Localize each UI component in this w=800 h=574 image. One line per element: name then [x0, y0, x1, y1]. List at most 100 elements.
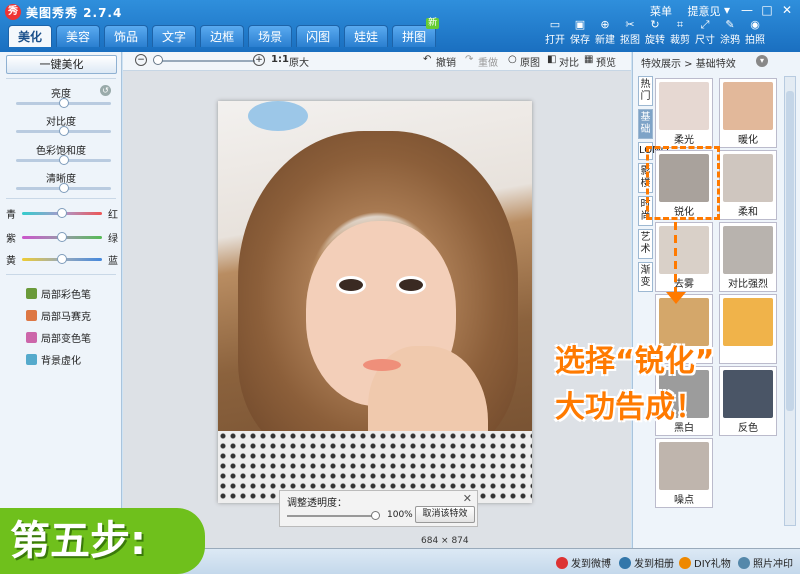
- slider-knob[interactable]: [59, 155, 69, 165]
- tab-scene[interactable]: 场景: [248, 25, 293, 47]
- zoom-slider[interactable]: [155, 60, 255, 62]
- menu-link[interactable]: 菜单: [650, 5, 672, 18]
- effect-invert[interactable]: 反色: [719, 366, 777, 436]
- local-mosaic[interactable]: 局部马赛克: [26, 308, 91, 323]
- compare-icon[interactable]: ◧: [547, 54, 556, 65]
- new-button[interactable]: ⊕ 新建: [593, 18, 617, 46]
- resize-button[interactable]: ⤢ 尺寸: [693, 18, 717, 46]
- crop-icon: ⌗: [676, 18, 684, 31]
- effect-label: 柔和: [738, 207, 758, 218]
- scrollbar-thumb[interactable]: [786, 91, 794, 411]
- cancel-effect-button[interactable]: 取消该特效: [415, 506, 475, 523]
- local-recolor-brush[interactable]: 局部变色笔: [26, 330, 91, 345]
- effect-soft-light[interactable]: 柔光: [655, 78, 713, 148]
- original-size-button[interactable]: 原大: [289, 54, 309, 69]
- image-dimensions: 684 × 874: [421, 536, 469, 546]
- contrast-slider[interactable]: [16, 126, 111, 136]
- tab-accessories[interactable]: 饰品: [104, 25, 149, 47]
- skin-dropdown-icon[interactable]: ▾: [718, 2, 736, 18]
- red-label: 红: [108, 210, 118, 221]
- opacity-slider[interactable]: [287, 515, 377, 517]
- share-album-label: 发到相册: [634, 559, 674, 570]
- magenta-label: 紫: [6, 234, 16, 245]
- opacity-value: 100%: [387, 510, 413, 520]
- effect-high-contrast[interactable]: 对比强烈: [719, 222, 777, 292]
- original-button[interactable]: 原图: [520, 54, 540, 69]
- effect-soft[interactable]: 柔和: [719, 150, 777, 220]
- compare-button[interactable]: 对比: [559, 54, 579, 69]
- blur-icon: [26, 354, 37, 365]
- slider-knob[interactable]: [57, 254, 67, 264]
- effect-preview: [723, 154, 773, 202]
- camera-label: 拍照: [745, 35, 765, 46]
- save-button[interactable]: ▣ 保存: [568, 18, 592, 46]
- tab-doll[interactable]: 娃娃: [344, 25, 389, 47]
- tab-gradient[interactable]: 渐变: [638, 262, 653, 292]
- opacity-slider-knob[interactable]: [371, 511, 380, 520]
- save-icon: ▣: [574, 18, 586, 31]
- effect-noise[interactable]: 噪点: [655, 438, 713, 508]
- opacity-title: 调整透明度：: [287, 498, 347, 509]
- tab-collage[interactable]: 拼图 新: [392, 18, 440, 47]
- annotation-arrow-head: [666, 292, 686, 304]
- tab-beauty[interactable]: 美容: [56, 25, 101, 47]
- zoom-out-icon[interactable]: −: [135, 54, 147, 66]
- redo-icon[interactable]: ↷: [465, 54, 473, 65]
- crop-button[interactable]: ⌗ 裁剪: [668, 18, 692, 46]
- local-color-brush[interactable]: 局部彩色笔: [26, 286, 91, 301]
- feedback-link[interactable]: 提意见: [688, 5, 721, 18]
- slider-knob[interactable]: [59, 126, 69, 136]
- diy-gift-button[interactable]: DIY礼物: [679, 555, 731, 570]
- slider-knob[interactable]: [57, 208, 67, 218]
- slider-knob[interactable]: [59, 183, 69, 193]
- redo-button[interactable]: 重做: [478, 54, 498, 69]
- slider-knob[interactable]: [57, 232, 67, 242]
- effect-preview: [659, 82, 709, 130]
- divider: [6, 274, 116, 275]
- open-button[interactable]: ▭ 打开: [543, 18, 567, 46]
- tab-art[interactable]: 艺术: [638, 229, 653, 259]
- doodle-button[interactable]: ✎ 涂鸦: [718, 18, 742, 46]
- close-icon[interactable]: ✕: [778, 2, 796, 18]
- tab-frame[interactable]: 边框: [200, 25, 245, 47]
- edited-photo[interactable]: [218, 101, 532, 503]
- sharpness-slider[interactable]: [16, 183, 111, 193]
- brightness-slider[interactable]: [16, 98, 111, 108]
- effect-dehaze[interactable]: 去雾: [655, 222, 713, 292]
- zoom-in-icon[interactable]: +: [253, 54, 265, 66]
- effect-thumb-8[interactable]: [719, 294, 777, 364]
- camera-button[interactable]: ◉ 拍照: [743, 18, 767, 46]
- share-weibo-label: 发到微博: [571, 559, 611, 570]
- tab-beautify[interactable]: 美化: [8, 25, 53, 47]
- rotate-button[interactable]: ↻ 旋转: [643, 18, 667, 46]
- tab-text[interactable]: 文字: [152, 25, 197, 47]
- effects-panel: 特效展示 > 基础特效 ▾ 热门 基础 LOMO 影楼 时尚 艺术 渐变 柔光 …: [632, 52, 800, 548]
- original-icon[interactable]: ○: [508, 54, 517, 65]
- canvas-toolbar: − + 1:1 原大 ↶ 撤销 ↷ 重做 ○ 原图 ◧ 对比 ▦ 预览: [123, 52, 631, 71]
- chevron-down-icon[interactable]: ▾: [756, 55, 768, 67]
- one-click-beautify-button[interactable]: 一键美化: [6, 55, 117, 74]
- photo-print-button[interactable]: 照片冲印: [738, 555, 793, 570]
- saturation-slider[interactable]: [16, 155, 111, 165]
- crop-label: 裁剪: [670, 35, 690, 46]
- tab-hot[interactable]: 热门: [638, 76, 653, 106]
- maximize-icon[interactable]: □: [758, 2, 776, 18]
- preview-icon[interactable]: ▦: [584, 54, 593, 65]
- tab-flash[interactable]: 闪图: [296, 25, 341, 47]
- zoom-ratio[interactable]: 1:1: [271, 54, 289, 65]
- minimize-icon[interactable]: —: [738, 2, 756, 18]
- share-weibo-button[interactable]: 发到微博: [556, 555, 611, 570]
- effects-scrollbar[interactable]: [784, 76, 796, 526]
- undo-button[interactable]: 撤销: [436, 54, 456, 69]
- slider-knob[interactable]: [59, 98, 69, 108]
- share-album-button[interactable]: 发到相册: [619, 555, 674, 570]
- effect-warm[interactable]: 暖化: [719, 78, 777, 148]
- background-blur[interactable]: 背景虚化: [26, 352, 81, 367]
- close-icon[interactable]: ✕: [463, 492, 472, 505]
- zoom-slider-knob[interactable]: [153, 55, 163, 65]
- undo-icon[interactable]: ↶: [423, 54, 431, 65]
- tab-basic[interactable]: 基础: [638, 109, 653, 139]
- preview-button[interactable]: 预览: [596, 54, 616, 69]
- camera-icon: ◉: [750, 18, 760, 31]
- cutout-button[interactable]: ✂ 抠图: [618, 18, 642, 46]
